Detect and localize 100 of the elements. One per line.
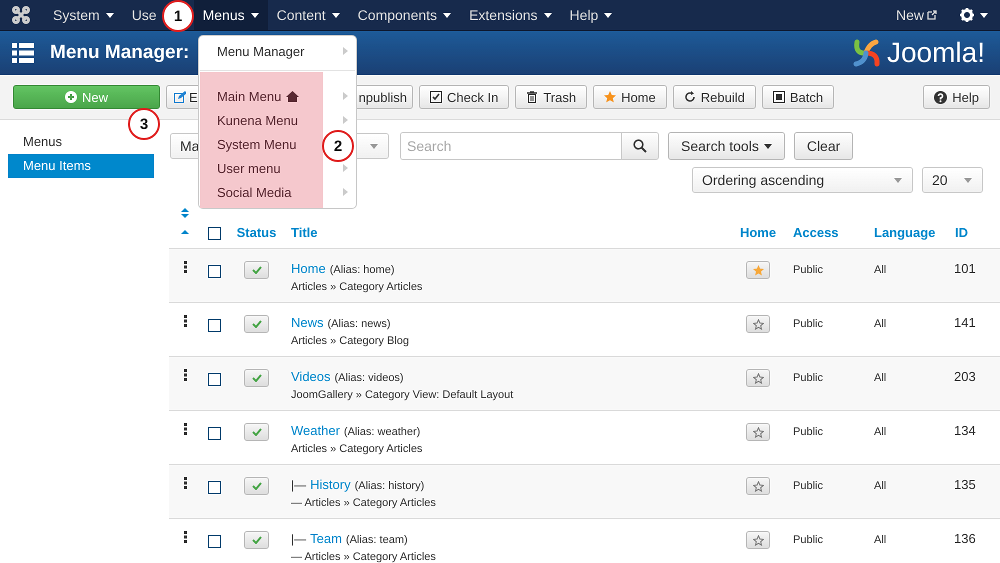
- toolbar-button[interactable]: Trash: [515, 85, 588, 109]
- refresh-icon: [684, 91, 696, 103]
- menu-bar-item[interactable]: Extensions: [460, 0, 561, 30]
- row-checkbox[interactable]: [208, 373, 221, 386]
- status-toggle[interactable]: [244, 423, 269, 441]
- status-toggle[interactable]: [244, 261, 269, 279]
- table-cell: Public: [793, 318, 823, 330]
- column-header[interactable]: Home: [740, 225, 776, 240]
- table-cell: All: [874, 480, 886, 492]
- item-type-text: — Articles » Category Articles: [291, 551, 437, 563]
- home-toggle[interactable]: [746, 531, 770, 549]
- column-header[interactable]: Language: [874, 225, 936, 240]
- search-button[interactable]: [621, 132, 659, 160]
- dropdown-item[interactable]: System Menu: [217, 136, 296, 152]
- table-cell: 136: [954, 531, 976, 546]
- clear-button[interactable]: Clear: [794, 132, 854, 160]
- search-icon: [633, 139, 647, 153]
- ordering-select[interactable]: Ordering ascending: [692, 167, 913, 193]
- column-header[interactable]: Status: [236, 225, 276, 240]
- menu-item-link[interactable]: Videos: [291, 369, 331, 384]
- home-toggle[interactable]: [746, 315, 770, 333]
- alias-text: (Alias: home): [330, 264, 394, 276]
- caret-icon: [964, 178, 972, 182]
- menu-bar-item[interactable]: Use: [122, 0, 157, 30]
- trash-icon: [526, 91, 538, 103]
- table-cell: All: [874, 426, 886, 438]
- table-cell: Public: [793, 426, 823, 438]
- home-toggle[interactable]: [746, 477, 770, 495]
- external-link-icon: [927, 10, 937, 20]
- limit-select[interactable]: 20: [922, 167, 983, 193]
- item-type-text: Articles » Category Articles: [291, 281, 424, 293]
- status-toggle[interactable]: [244, 369, 269, 387]
- menu-item-link[interactable]: History: [310, 477, 351, 492]
- search-tools-button[interactable]: Search tools: [668, 132, 785, 160]
- table-cell: All: [874, 318, 886, 330]
- menu-item-link[interactable]: Weather: [291, 423, 340, 438]
- item-type-text: Articles » Category Blog: [291, 335, 410, 347]
- menu-item-link[interactable]: News: [291, 315, 324, 330]
- item-type-text: — Articles » Category Articles: [291, 497, 437, 509]
- row-checkbox[interactable]: [208, 535, 221, 548]
- column-header[interactable]: Access: [793, 225, 839, 240]
- home-toggle[interactable]: [746, 261, 770, 279]
- brand-name: Joomla!: [886, 37, 985, 69]
- star-outline-icon: [752, 426, 764, 438]
- star-icon: [752, 264, 764, 276]
- row-checkbox[interactable]: [208, 427, 221, 440]
- home-toggle[interactable]: [746, 369, 770, 387]
- check-icon: [252, 536, 262, 544]
- toolbar-button[interactable]: Batch: [762, 85, 834, 109]
- menu-bar-item[interactable]: Help: [560, 0, 622, 30]
- dropdown-item[interactable]: User menu: [217, 160, 281, 176]
- table-cell: All: [874, 372, 886, 384]
- check-icon: [252, 320, 262, 328]
- column-header[interactable]: Title: [291, 225, 318, 240]
- column-header[interactable]: ID: [955, 225, 968, 240]
- toolbar-button[interactable]: Rebuild: [672, 85, 756, 109]
- table-cell: 101: [954, 261, 976, 276]
- table-cell: 203: [954, 369, 976, 384]
- pencil-square-icon: [174, 91, 186, 103]
- row-checkbox[interactable]: [208, 265, 221, 278]
- caret-icon: [370, 144, 378, 148]
- caret-icon: [332, 12, 340, 18]
- caret-icon: [764, 144, 772, 148]
- list-icon: [12, 43, 34, 63]
- row-checkbox[interactable]: [208, 481, 221, 494]
- dropdown-item[interactable]: Kunena Menu: [217, 112, 298, 128]
- toolbar-button[interactable]: Check In: [419, 85, 510, 109]
- question-icon: [934, 90, 948, 104]
- menu-bar-item[interactable]: Components: [348, 0, 460, 30]
- home-toggle[interactable]: [746, 423, 770, 441]
- table-cell: Public: [793, 372, 823, 384]
- alias-text: (Alias: weather): [344, 426, 420, 438]
- alias-text: (Alias: videos): [334, 372, 404, 384]
- plus-circle-icon: [64, 91, 77, 103]
- dropdown-item[interactable]: Menu Manager: [199, 39, 356, 63]
- new-link[interactable]: New: [886, 0, 951, 30]
- table-cell: All: [874, 534, 886, 546]
- check-icon: [252, 266, 262, 274]
- status-toggle[interactable]: [244, 315, 269, 333]
- sidebar-item[interactable]: Menu Items: [8, 154, 154, 178]
- check-icon: [252, 374, 262, 382]
- menu-bar-item[interactable]: System: [44, 0, 123, 30]
- table-cell: Public: [793, 480, 823, 492]
- dropdown-item[interactable]: Social Media: [217, 184, 292, 200]
- select-all-checkbox[interactable]: [208, 227, 221, 240]
- caret-icon: [443, 12, 452, 18]
- search-field[interactable]: Search: [400, 132, 621, 160]
- table-cell: Public: [793, 264, 823, 276]
- help-button[interactable]: Help: [923, 85, 990, 109]
- menu-item-link[interactable]: Team: [310, 531, 342, 546]
- row-checkbox[interactable]: [208, 319, 221, 332]
- status-toggle[interactable]: [244, 477, 269, 495]
- menu-item-link[interactable]: Home: [291, 261, 326, 276]
- status-toggle[interactable]: [244, 531, 269, 549]
- menu-bar-item[interactable]: Content: [268, 0, 349, 30]
- toolbar-button[interactable]: Home: [593, 85, 667, 109]
- menu-bar-item[interactable]: Menus: [194, 0, 268, 30]
- item-type-text: JoomGallery » Category View: Default Layout: [291, 389, 514, 401]
- submenu-arrow-icon: [343, 92, 348, 100]
- table-cell: 134: [954, 423, 976, 438]
